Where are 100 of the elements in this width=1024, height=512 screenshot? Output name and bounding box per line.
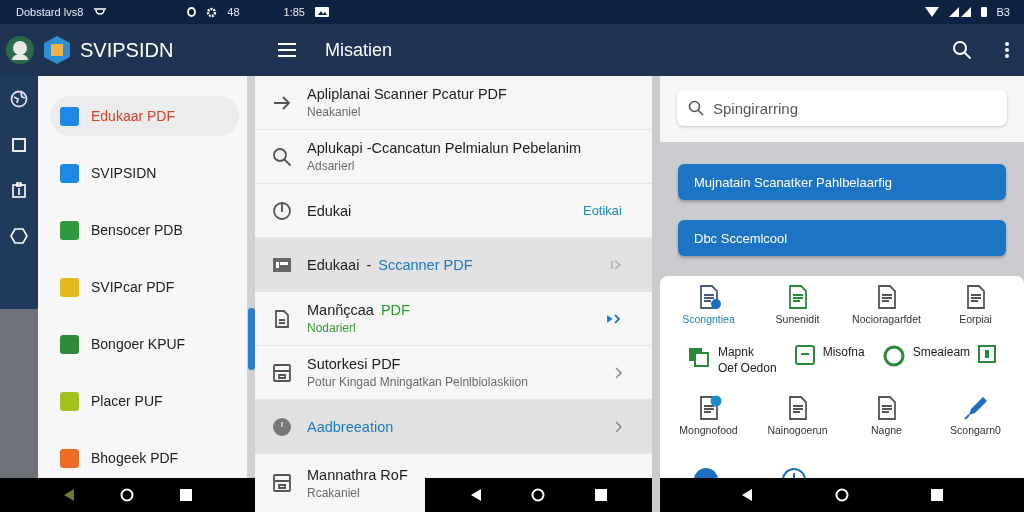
recents-icon[interactable] [180,489,193,501]
tile-sublabel: Oef Oedon [717,361,777,375]
row-title: Mannathra RoF [307,466,408,483]
row-subtitle: Potur Kingad Mningatkan Pelnlbiolaskiion [307,375,529,389]
list-row[interactable]: Aadbreeation [255,400,652,454]
circle-icon [882,345,905,367]
row-title: Sutorkesi PDF [307,356,401,372]
list-row[interactable]: Aplukapi -Ccancatun Pelmialun Pebelanim Adsarierl [255,130,652,184]
tool-tile[interactable]: Nocioragarfdet [842,284,931,325]
screen-title: Misatien [325,39,393,61]
list-row[interactable]: Edukaai - Sccanner PDF [255,238,652,292]
app-logo-icon [44,36,70,64]
tool-tile[interactable]: Nagne [842,395,931,436]
tile-label: Nainogoerun [767,424,828,436]
clock-icon [782,468,806,478]
item-label: SVIPcar PDF [91,279,175,295]
tool-tile[interactable]: Smeaieam [882,345,997,375]
wifi-icon [924,7,939,17]
drawer-item[interactable]: Edukaar PDF [50,96,239,136]
row-accent: PDF [380,302,410,318]
list-row[interactable]: Apliplanai Scanner Pcatur PDF Neakaniel [255,76,652,130]
row-title: Edukai [307,202,352,219]
clock-icon [271,415,293,438]
chevron-icon [606,313,622,324]
drawer-item[interactable]: Placer PUF [50,381,239,421]
item-label: SVIPSIDN [91,165,157,181]
tile-label: Scongarn0 [950,424,1001,436]
row-subtitle: Rcakaniel [307,485,361,500]
clipboard-icon[interactable] [12,182,26,198]
tile-label: Mapnk [717,345,755,359]
search-field[interactable]: Spingirarring [677,90,1007,126]
tile-label: Scongntiea [682,313,735,325]
drawer-item[interactable]: Bensocer PDB [50,210,239,250]
chevron-icon [614,420,622,433]
chevron-icon [614,366,622,379]
row-title: Manñçcaa [307,302,374,318]
back-icon[interactable] [469,489,482,501]
home-icon[interactable] [120,488,135,502]
menu-icon [277,42,297,58]
avatar-icon[interactable] [6,36,34,64]
tile-label: Mongnofood [679,424,738,436]
more-icon [1004,41,1010,59]
action-button[interactable]: Dbc Sccemlcool [678,220,1006,256]
globe-icon[interactable] [10,90,28,108]
tool-tile[interactable]: Sunenidit [753,284,842,325]
square-icon [978,345,997,363]
tool-tile[interactable]: Scongntiea [664,284,753,325]
action-button[interactable]: Mujnatain Scanatker Pahlbelaarfig [678,164,1006,200]
row-subtitle: Adsarierl [307,159,356,173]
home-icon[interactable] [531,488,546,502]
home-icon[interactable] [835,488,849,502]
tool-tile[interactable]: Misofna [794,345,865,375]
battery-icon [980,7,987,17]
drawer-item[interactable]: SVIPSIDN [50,153,239,193]
item-label: Edukaar PDF [91,108,176,124]
tool-tile[interactable]: Eorpiai [931,284,1020,325]
tile-label: Eorpiai [959,313,992,325]
tile-label: Nagne [871,424,902,436]
drawer-item[interactable]: SVIPcar PDF [50,267,239,307]
circle-icon [187,7,197,17]
drawer-item[interactable]: Bongoer KPUF [50,324,239,364]
row-accent: Sccanner PDF [378,256,473,273]
item-label: Bongoer KPUF [91,336,186,352]
pen-icon [962,395,989,421]
power-icon [271,199,293,222]
item-label: Bhogeek PDF [91,450,179,466]
tool-tile[interactable]: Mapnk Oef Oedon [687,345,777,375]
tool-tile[interactable]: Scongarn0 [931,395,1020,436]
row-value: Eotikai [582,203,622,218]
item-label: Placer PUF [91,393,163,409]
item-label: Bensocer PDB [91,222,183,238]
row-separator: - [366,256,372,273]
tray-icon [271,472,293,494]
tile-label: Smeaieam [912,345,971,359]
tool-tile[interactable]: Mongnofood [664,395,753,436]
list-row[interactable]: Manñçcaa PDF Nodarierl [255,292,652,346]
hexagon-icon[interactable] [10,228,28,244]
tray-icon [271,361,293,384]
signal-icon [948,7,971,17]
back-icon[interactable] [741,489,753,501]
row-title: Aplukapi -Ccancatun Pelmialun Pebelanim [307,140,582,156]
tool-tile[interactable]: Nainogoerun [753,395,842,436]
row-accent: Aadbreeation [307,418,394,435]
row-subtitle: Neakaniel [307,105,362,119]
search-icon [271,145,293,168]
status-time: 1:85 [283,6,305,18]
list-row[interactable]: Mannathra RoF Rcakaniel [255,454,425,512]
search-icon [952,40,972,60]
copy-icon [687,345,710,367]
square-icon [794,345,815,365]
row-title: Edukaai [307,256,360,273]
status-text: Dobstard lvs8 [16,6,84,18]
scroll-thumb[interactable] [248,308,255,370]
recents-icon[interactable] [595,489,608,501]
drawer-item[interactable]: Bhogeek PDF [50,438,239,478]
row-title: Apliplanai Scanner Pcatur PDF [307,86,507,102]
row-subtitle: Nodarierl [307,321,357,335]
gear-icon [206,6,218,18]
app-title: SVIPSIDN [80,38,174,62]
square-icon[interactable] [12,138,26,152]
